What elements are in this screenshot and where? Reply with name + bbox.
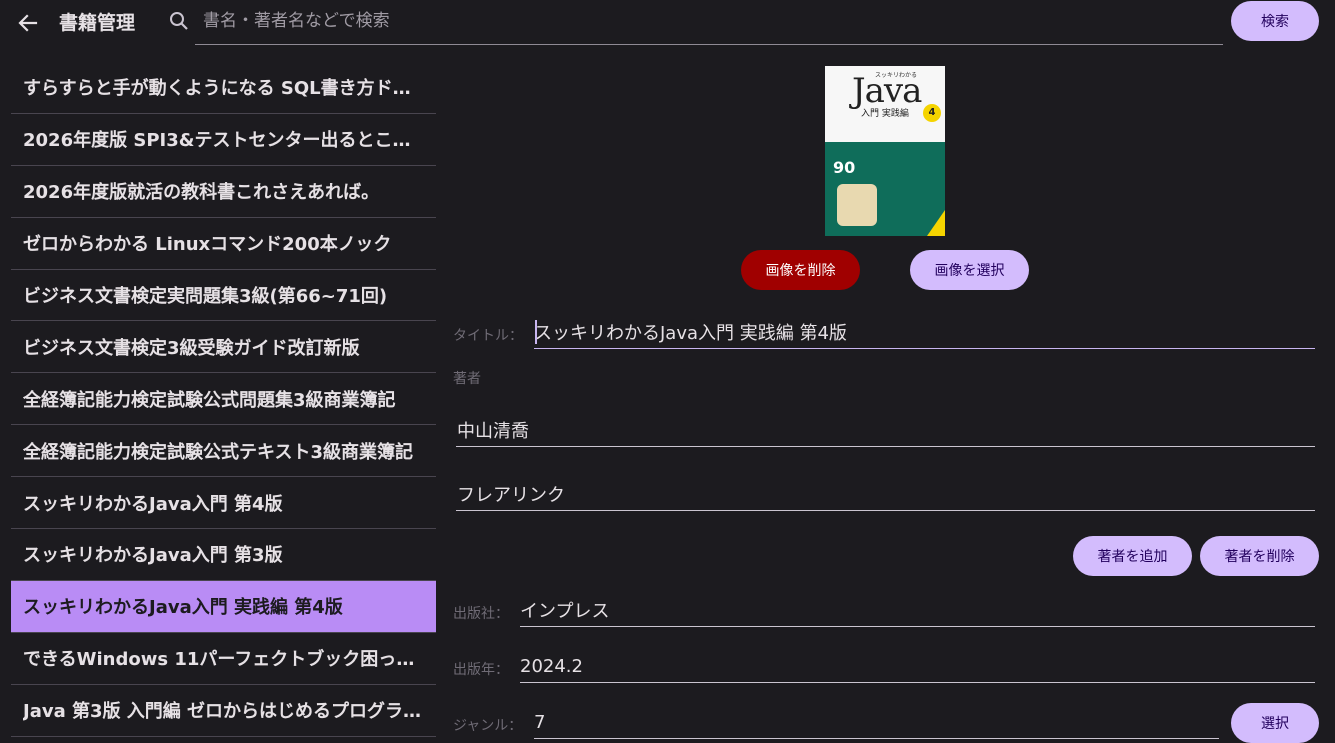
- app-title: 書籍管理: [59, 12, 136, 34]
- add-author-button[interactable]: 著者を追加: [1073, 536, 1192, 576]
- cover-java: Java: [852, 71, 922, 111]
- search-field: [195, 0, 1223, 45]
- genre-label: ジャンル：: [453, 718, 523, 734]
- book-title: 2026年度版就活の教科書これさえあれば。: [23, 182, 380, 204]
- search-button[interactable]: 検索: [1231, 1, 1319, 41]
- title-underline: [534, 348, 1315, 349]
- list-item[interactable]: スッキリわかるJava入門 第3版: [11, 529, 436, 581]
- title-label: タイトル：: [453, 328, 523, 344]
- list-item[interactable]: ビジネス文書検定3級受験ガイド改訂新版: [11, 321, 436, 374]
- author-input-1[interactable]: [457, 416, 1312, 444]
- delete-author-button[interactable]: 著者を削除: [1200, 536, 1319, 576]
- list-item[interactable]: スッキリわかるJava入門 第4版: [11, 477, 436, 530]
- book-title: 全経簿記能力検定試験公式テキスト3級商業簿記: [23, 441, 413, 463]
- list-item[interactable]: できるWindows 11パーフェクトブック困った！…: [11, 633, 436, 685]
- book-title: ゼロからわかる Linuxコマンド200本ノック: [23, 234, 392, 256]
- author-underline-1: [456, 446, 1315, 447]
- list-item[interactable]: 全経簿記能力検定試験公式テキスト3級商業簿記: [11, 425, 436, 478]
- search-input[interactable]: [203, 6, 1213, 36]
- book-manager-app: 書籍管理 検索 すらすらと手が動くようになる SQL書き方ドリル 2026年度版…: [0, 0, 1335, 743]
- search-icon: [168, 10, 190, 32]
- list-item[interactable]: 2026年度版 SPI3&テストセンター出るとこだけ…: [11, 114, 436, 166]
- top-app-bar: 書籍管理 検索: [0, 0, 1335, 46]
- genre-input[interactable]: [534, 708, 1214, 736]
- list-item[interactable]: ビジネス文書検定実問題集3級(第66~71回): [11, 270, 436, 322]
- list-item[interactable]: ゼロからわかる Linuxコマンド200本ノック: [11, 218, 436, 270]
- book-title: ビジネス文書検定実問題集3級(第66~71回): [23, 286, 388, 307]
- title-input[interactable]: [534, 318, 1312, 346]
- publisher-underline: [520, 626, 1315, 627]
- book-title: 2026年度版 SPI3&テストセンター出るとこだけ…: [23, 130, 423, 152]
- book-title: スッキリわかるJava入門 第3版: [23, 545, 283, 567]
- genre-select-button[interactable]: 選択: [1231, 703, 1319, 743]
- list-item[interactable]: 2026年度版就活の教科書これさえあれば。: [11, 166, 436, 218]
- author-input-2[interactable]: [457, 480, 1312, 508]
- list-item-selected[interactable]: スッキリわかるJava入門 実践編 第4版: [11, 580, 436, 633]
- book-cover-image: スッキリわかる Java 入門 実践編 4 90: [825, 66, 945, 236]
- publisher-input[interactable]: [520, 596, 1312, 624]
- cover-badge: 4: [923, 104, 941, 122]
- book-title: ビジネス文書検定3級受験ガイド改訂新版: [23, 337, 360, 359]
- book-title: スッキリわかるJava入門 実践編 第4版: [23, 597, 343, 619]
- list-item[interactable]: すらすらと手が動くようになる SQL書き方ドリル: [11, 62, 436, 114]
- book-title: できるWindows 11パーフェクトブック困った！…: [23, 649, 423, 671]
- book-list[interactable]: すらすらと手が動くようになる SQL書き方ドリル 2026年度版 SPI3&テス…: [11, 62, 436, 743]
- author-label: 著者: [453, 371, 481, 387]
- book-title: Java 第3版 入門編 ゼロからはじめるプログラミ…: [23, 701, 423, 723]
- cover-illustration: [837, 184, 877, 226]
- author-underline-2: [456, 510, 1315, 511]
- genre-underline: [534, 738, 1219, 739]
- delete-image-button[interactable]: 画像を削除: [741, 250, 860, 290]
- cover-number: 90: [833, 158, 856, 177]
- book-title: 全経簿記能力検定試験公式問題集3級商業簿記: [23, 389, 396, 411]
- book-title: スッキリわかるJava入門 第4版: [23, 493, 283, 515]
- list-item[interactable]: Java 第3版 入門編 ゼロからはじめるプログラミ…: [11, 685, 436, 737]
- cover-line: 入門 実践編: [861, 109, 909, 119]
- text-caret: [535, 320, 537, 344]
- cover-corner: [927, 210, 945, 236]
- year-label: 出版年：: [453, 662, 509, 678]
- book-title: すらすらと手が動くようになる SQL書き方ドリル: [23, 78, 423, 100]
- select-image-button[interactable]: 画像を選択: [910, 250, 1029, 290]
- year-underline: [520, 682, 1315, 683]
- publisher-label: 出版社：: [453, 606, 509, 622]
- year-input[interactable]: [520, 652, 1312, 680]
- list-item[interactable]: 全経簿記能力検定試験公式問題集3級商業簿記: [11, 373, 436, 426]
- arrow-left-icon[interactable]: [14, 9, 42, 37]
